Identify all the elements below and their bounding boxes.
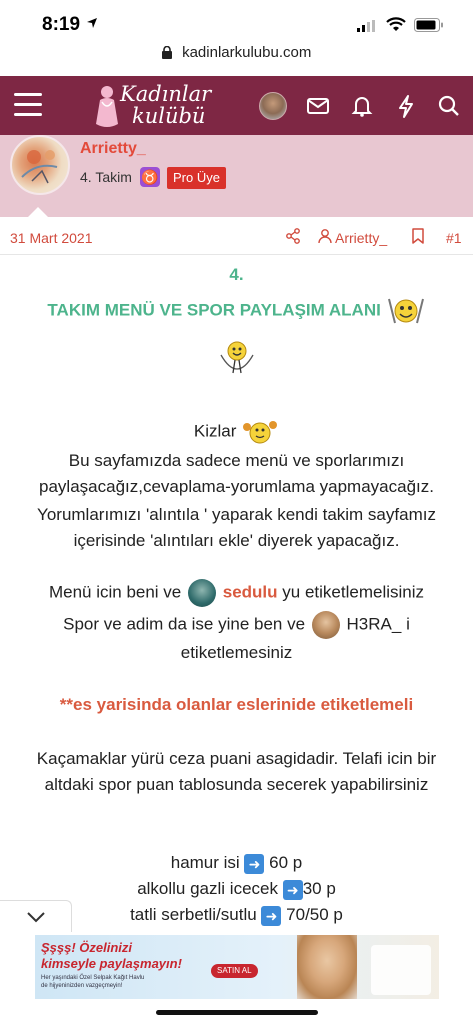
- penalty-item: hamur isi: [170, 853, 240, 872]
- post-date[interactable]: 31 Mart 2021: [10, 230, 93, 246]
- ad-small-text-2: de hijyeninizden vazgeçmeyin!: [41, 983, 123, 989]
- user-icon: [318, 229, 332, 244]
- sport-line2: etiketlemesiniz: [180, 643, 293, 662]
- penalty-row: alkollu gazli icecek ➜ 30 p: [0, 879, 473, 900]
- avatar-artwork-icon: [21, 150, 58, 184]
- ad-banner[interactable]: Şşşş! Özelinizi kimseyle paylaşmayın! SA…: [35, 935, 439, 999]
- jumping-rope-smiley-icon: [219, 341, 254, 374]
- menu-suffix: yu etiketlemelisiniz: [282, 582, 425, 602]
- site-logo[interactable]: Kadınlar kulübü: [90, 82, 220, 130]
- arrow-right-icon: ➜: [244, 853, 265, 874]
- greeting-text: Kizlar: [193, 421, 237, 441]
- status-time: 8:19: [42, 14, 81, 35]
- penalty-item: alkollu gazli icecek: [137, 879, 278, 898]
- url-text: kadinlarkulubu.com: [182, 44, 312, 62]
- mention-sedulu[interactable]: sedulu: [223, 582, 278, 601]
- mention-avatar-sedulu[interactable]: [188, 579, 217, 607]
- taurus-zodiac-icon: ♉: [140, 167, 160, 187]
- bookmark-icon[interactable]: [411, 228, 425, 244]
- lightning-icon[interactable]: [391, 91, 421, 121]
- user-avatar[interactable]: [259, 92, 287, 120]
- wifi-icon: [386, 17, 406, 31]
- penalty-item: tatli serbetli/sutlu: [130, 905, 257, 924]
- post-author-bar: Arrietty_ 4. Takim ♉ Pro Üye: [0, 135, 473, 217]
- sport-prefix: Spor ve adim da ise yine ben ve: [63, 614, 306, 634]
- battery-icon: [414, 18, 443, 32]
- site-header: Kadınlar kulübü: [0, 76, 473, 135]
- post-username[interactable]: Arrietty_: [335, 230, 387, 246]
- heading-number: 4.: [229, 265, 244, 284]
- post-number[interactable]: #1: [446, 230, 462, 246]
- menu-prefix: Menü icin beni ve: [48, 582, 182, 602]
- highlight-text: **es yarisinda olanlar eslerinide etiket…: [59, 695, 414, 714]
- ad-model-image: [297, 935, 357, 999]
- cellular-signal-icon: [357, 20, 375, 32]
- para1-line3: Yorumlarımızı 'alıntıla ' yaparak kendi …: [37, 505, 436, 524]
- location-arrow-icon: [87, 18, 97, 28]
- chevron-down-icon: [27, 912, 45, 923]
- search-icon[interactable]: [434, 91, 464, 121]
- ad-small-text-1: Her yaşındaki Özel Selpak Kağıt Havlu: [41, 975, 145, 981]
- para1-line4: içerisinde 'alıntıları ekle' diyerek yap…: [73, 531, 400, 550]
- mention-avatar-h3ra[interactable]: [311, 611, 340, 639]
- author-name[interactable]: Arrietty_: [80, 140, 146, 158]
- mail-icon[interactable]: [303, 91, 333, 121]
- author-avatar[interactable]: [10, 135, 70, 195]
- para2-line2: altdaki spor puan tablosunda secerek yap…: [44, 775, 429, 794]
- penalty-points: 30 p: [302, 879, 336, 898]
- post-meta-bar: 31 Mart 2021 Arrietty_ #1: [0, 217, 473, 255]
- home-indicator[interactable]: [156, 1010, 318, 1015]
- penalty-points: 60 p: [269, 853, 303, 872]
- sport-suffix: i: [406, 614, 410, 634]
- ad-headline-2: kimseyle paylaşmayın!: [41, 956, 182, 971]
- ad-headline-1: Şşşş! Özelinizi: [41, 940, 133, 955]
- arrow-right-icon: ➜: [282, 879, 303, 900]
- para1-line1: Bu sayfamızda sadece menü ve sporlarımız…: [68, 451, 405, 470]
- collapse-ad-button[interactable]: [0, 900, 72, 932]
- logo-text-line2: kulübü: [132, 104, 206, 128]
- message-pointer: [28, 207, 48, 217]
- smiley-fork-knife-icon: [387, 298, 424, 324]
- logo-figure-icon: [96, 86, 118, 127]
- penalty-points: 70/50 p: [286, 905, 343, 924]
- author-rank: 4. Takim: [80, 169, 132, 185]
- member-badge: Pro Üye: [167, 167, 226, 189]
- para2-line1: Kaçamaklar yürü ceza puani asagidadir. T…: [36, 749, 437, 768]
- logo-text-line1: Kadınlar: [120, 82, 212, 106]
- mention-h3ra[interactable]: H3RA_: [347, 614, 402, 633]
- arrow-right-icon: ➜: [261, 905, 282, 926]
- penalty-row: hamur isi ➜ 60 p: [0, 853, 473, 874]
- hugging-smiley-icon: [243, 421, 278, 444]
- lock-icon: [161, 46, 172, 60]
- address-bar[interactable]: kadinlarkulubu.com: [0, 44, 473, 76]
- ad-product-image: [371, 945, 431, 995]
- hamburger-menu-icon[interactable]: [14, 93, 42, 117]
- heading-title: TAKIM MENÜ VE SPOR PAYLAŞIM ALANI: [47, 300, 381, 320]
- share-icon[interactable]: [285, 228, 301, 244]
- ad-buy-button[interactable]: SATIN AL: [211, 964, 258, 978]
- bell-icon[interactable]: [347, 91, 377, 121]
- status-bar: 8:19: [0, 0, 473, 44]
- para1-line2: paylaşacağız,cevaplama-yorumlama yapmaya…: [39, 477, 434, 496]
